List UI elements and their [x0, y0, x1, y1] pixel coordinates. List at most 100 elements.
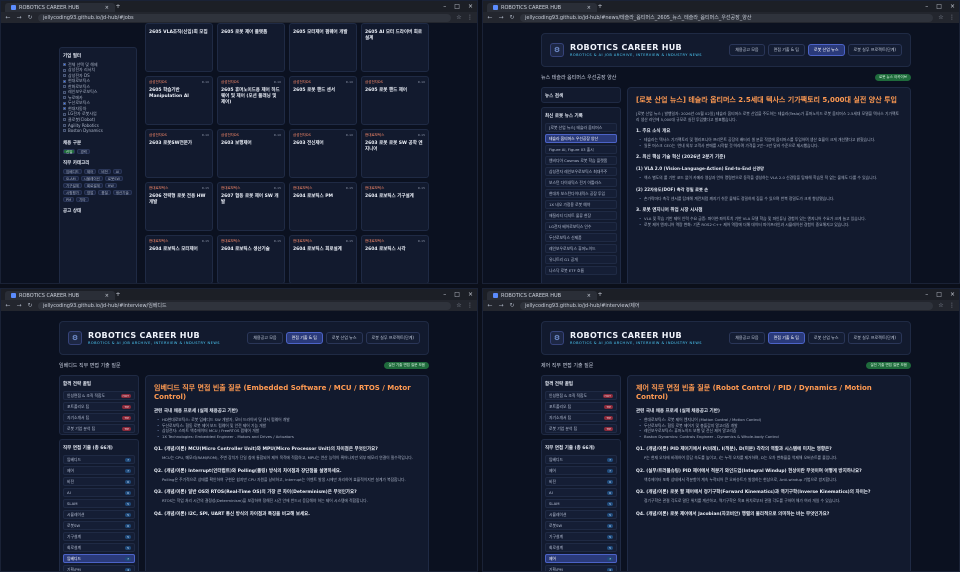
category-option[interactable]: 시뮬레이션: [80, 175, 103, 181]
maximize-icon[interactable]: □: [936, 291, 942, 298]
news-list-item[interactable]: 테슬라 옵티머스 우선공장 양산: [545, 134, 617, 143]
url-input[interactable]: jellycoding93.github.io/jd-hub/#intervie…: [520, 301, 933, 310]
category-option[interactable]: 로봇SW: [104, 175, 123, 181]
nav-interview[interactable]: 면접 기출 & 팁: [767, 44, 805, 56]
url-input[interactable]: jellycoding93.github.io/jd-hub/#jobs: [38, 13, 451, 22]
job-card[interactable]: 현대로보틱스 D-15 2607 협동 로봇 제어 SW 개발: [217, 182, 285, 231]
job-category-item[interactable]: 시뮬레이션 5: [545, 510, 617, 519]
job-category-item[interactable]: 기구설계 5: [63, 532, 135, 541]
menu-icon[interactable]: ⋮: [467, 14, 473, 21]
checkbox[interactable]: [63, 90, 66, 94]
tip-item[interactable]: 로봇 기업 분석 팁 TIP: [545, 424, 617, 433]
category-option[interactable]: 품질: [98, 189, 111, 195]
tip-item[interactable]: 인성면접 & 조직 적합도 HOT: [545, 391, 617, 400]
nav-projects[interactable]: 로봇 실무 프로젝트(단계): [847, 332, 902, 344]
news-list-item[interactable]: 삼성전자 레인보우로보틱스 최대주주: [545, 167, 617, 176]
nav-news[interactable]: 로봇 산업 뉴스: [325, 332, 363, 344]
job-card[interactable]: 현대로보틱스 D-15 2604 로보틱스 시각: [361, 235, 429, 283]
checkbox[interactable]: [63, 63, 66, 67]
news-list-item[interactable]: 레인보우로보틱스 휴머노이드: [545, 244, 617, 253]
minimize-icon[interactable]: –: [925, 291, 928, 298]
nav-jobs[interactable]: 채용공고 모음: [729, 332, 765, 344]
maximize-icon[interactable]: □: [454, 291, 460, 298]
browser-tab[interactable]: ROBOTICS CAREER HUB ×: [5, 3, 115, 12]
site-brand[interactable]: ROBOTICS CAREER HUB: [570, 43, 702, 52]
minimize-icon[interactable]: –: [443, 3, 446, 10]
category-option[interactable]: 생산기술: [112, 189, 132, 195]
nav-interview[interactable]: 면접 기출 & 팁: [767, 332, 805, 344]
close-window-icon[interactable]: ×: [468, 3, 473, 10]
back-icon[interactable]: ←: [5, 14, 11, 21]
job-category-item[interactable]: 회로설계 5: [545, 543, 617, 552]
reload-icon[interactable]: ↻: [509, 302, 515, 309]
category-option[interactable]: HW: [104, 182, 117, 188]
job-category-item[interactable]: 비전 6: [63, 477, 135, 486]
back-icon[interactable]: ←: [487, 302, 493, 309]
nav-interview[interactable]: 면접 기출 & 팁: [285, 332, 323, 344]
checkbox[interactable]: [63, 118, 66, 122]
job-category-item[interactable]: 시뮬레이션 5: [63, 510, 135, 519]
news-list-item[interactable]: 두산로보틱스 신제품: [545, 233, 617, 242]
tip-item[interactable]: 포트폴리오 팁 TIP: [63, 402, 135, 411]
job-card[interactable]: 현대로보틱스 D-15 2604 로보틱스 회로설계: [289, 235, 357, 283]
job-card[interactable]: 삼성전자DS D-10 2605 로봇 핸드 제어: [361, 76, 429, 125]
job-card[interactable]: 현대로보틱스 D-15 2604 로보틱스 PM: [289, 182, 357, 231]
job-card[interactable]: 현대로보틱스 D-15 2603 로봇 로봇 SW 공학 엔지니어: [361, 129, 429, 178]
news-list-item[interactable]: 나스닥 로봇 ETF 흐름: [545, 266, 617, 275]
job-card[interactable]: 2605 AI 모터 드라이버 회로 설계: [361, 23, 429, 72]
checkbox[interactable]: [63, 112, 66, 116]
job-category-item[interactable]: 임베디드 7: [545, 455, 617, 464]
checkbox[interactable]: [63, 101, 66, 105]
news-list-item[interactable]: 엔비디아 Cosmos 로봇 학습 플랫폼: [545, 156, 617, 165]
close-tab-icon[interactable]: ×: [105, 293, 109, 299]
category-option[interactable]: 기구설계: [63, 182, 82, 188]
browser-tab[interactable]: ROBOTICS CAREER HUB ×: [487, 3, 597, 12]
tip-item[interactable]: 자기소개서 팁 TIP: [545, 413, 617, 422]
news-list-item[interactable]: 현대차 보스턴다이내믹스 공장 투입: [545, 189, 617, 198]
sort-option[interactable]: 신입: [63, 148, 76, 154]
nav-jobs[interactable]: 채용공고 모음: [729, 44, 765, 56]
close-tab-icon[interactable]: ×: [587, 293, 591, 299]
job-card[interactable]: 삼성전자DS D-10 2603 전신제어: [289, 129, 357, 178]
category-option[interactable]: SLAM: [63, 175, 79, 181]
site-brand[interactable]: ROBOTICS CAREER HUB: [570, 331, 702, 340]
star-icon[interactable]: ☆: [456, 302, 462, 309]
news-list-item[interactable]: Figure AI, Figure 03 출시: [545, 145, 617, 154]
category-option[interactable]: 시험평가: [63, 189, 82, 195]
site-brand[interactable]: ROBOTICS CAREER HUB: [88, 331, 220, 340]
job-category-item[interactable]: 비전 6: [545, 477, 617, 486]
new-tab-icon[interactable]: +: [115, 291, 121, 298]
close-tab-icon[interactable]: ×: [105, 5, 109, 11]
close-window-icon[interactable]: ×: [950, 3, 955, 10]
job-category-item[interactable]: AI 6: [545, 488, 617, 497]
news-list-item[interactable]: 유니트리 G1 공개: [545, 255, 617, 264]
job-card[interactable]: 삼성전자DS D-10 2605 휴머노이드용 제어 하드웨어 및 제어 (모션 플…: [217, 76, 285, 125]
back-icon[interactable]: ←: [487, 14, 493, 21]
star-icon[interactable]: ☆: [456, 14, 462, 21]
job-category-item[interactable]: 임베디드 7: [63, 554, 135, 563]
back-icon[interactable]: ←: [5, 302, 11, 309]
job-category-item[interactable]: 제어 7: [63, 466, 135, 475]
tip-item[interactable]: 포트폴리오 팁 TIP: [545, 402, 617, 411]
category-option[interactable]: 기타: [76, 196, 89, 202]
job-category-item[interactable]: 로봇SW 6: [63, 521, 135, 530]
maximize-icon[interactable]: □: [936, 3, 942, 10]
minimize-icon[interactable]: –: [925, 3, 928, 10]
job-card[interactable]: 2605 VLA조직(신입)회 모집: [145, 23, 213, 72]
checkbox[interactable]: [63, 123, 66, 127]
forward-icon[interactable]: →: [498, 302, 504, 309]
minimize-icon[interactable]: –: [443, 291, 446, 298]
browser-tab[interactable]: ROBOTICS CAREER HUB ×: [5, 291, 115, 300]
maximize-icon[interactable]: □: [454, 3, 460, 10]
tip-item[interactable]: 인성면접 & 조직 적합도 HOT: [63, 391, 135, 400]
checkbox[interactable]: [63, 74, 66, 78]
category-option[interactable]: 제어: [83, 168, 97, 174]
job-card[interactable]: 2605 모터제어 펌웨어 개발: [289, 23, 357, 72]
tip-item[interactable]: 자기소개서 팁 TIP: [63, 413, 135, 422]
job-card[interactable]: 현대로보틱스 D-15 2606 전략형 로봇 전용 HW 개발: [145, 182, 213, 231]
checkbox[interactable]: [63, 68, 66, 72]
checkbox[interactable]: [63, 129, 66, 133]
menu-icon[interactable]: ⋮: [467, 302, 473, 309]
news-list-item[interactable]: 1X 네오 가정용 로봇 예약: [545, 200, 617, 209]
news-list-item[interactable]: 보스턴 다이내믹스 전기 아틀라스: [545, 178, 617, 187]
